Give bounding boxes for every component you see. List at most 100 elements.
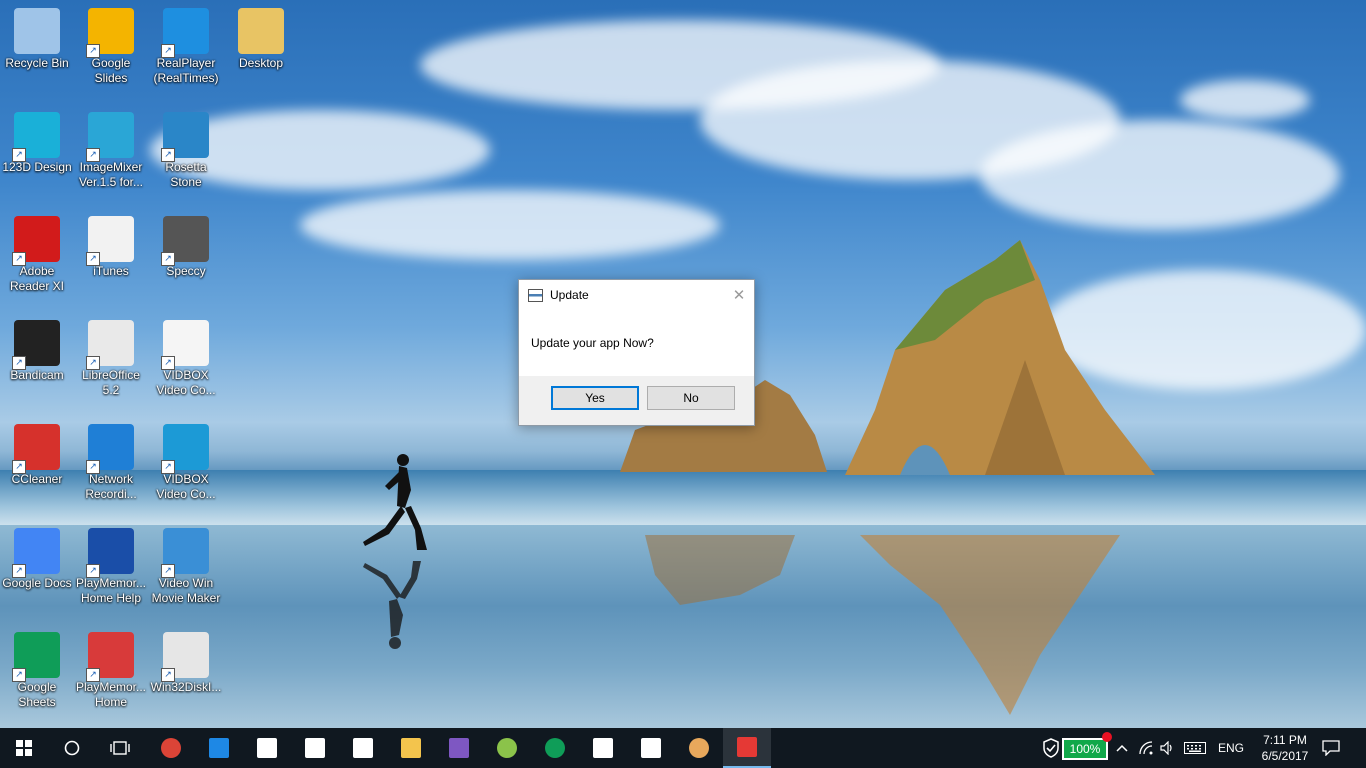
ccleaner-icon: ↗ [12, 424, 60, 474]
windows-start-icon[interactable] [0, 728, 48, 768]
shortcut-arrow-icon: ↗ [12, 564, 26, 578]
desktop-icon[interactable]: ↗ Google Slides [74, 8, 148, 86]
defender-shield-icon[interactable] [1042, 738, 1060, 758]
shortcut-arrow-icon: ↗ [86, 148, 100, 162]
edge-icon[interactable] [195, 728, 243, 768]
file-explorer-icon[interactable] [387, 728, 435, 768]
clock-date: 6/5/2017 [1261, 749, 1309, 763]
visual-studio-icon[interactable] [435, 728, 483, 768]
win32diskimager-icon: ↗ [161, 632, 209, 682]
desktop-icon-label: RealPlayer (RealTimes) [153, 56, 219, 85]
desktop-icon[interactable]: Recycle Bin [0, 8, 74, 71]
desktop-icon[interactable]: ↗ VIDBOX Video Co... [149, 320, 223, 398]
desktop-icon-label: Google Sheets [17, 680, 57, 709]
action-center-icon[interactable] [1322, 728, 1344, 768]
bandicam-icon: ↗ [12, 320, 60, 370]
active-app-icon[interactable] [723, 728, 771, 768]
taskbar-app-glyph [161, 738, 181, 758]
google-docs-icon: ↗ [12, 528, 60, 578]
desktop-icon[interactable]: ↗ 123D Design [0, 112, 74, 175]
desktop-icon-label: VIDBOX Video Co... [156, 472, 216, 501]
google-sheets-icon: ↗ [12, 632, 60, 682]
recycle-bin-icon [14, 8, 60, 54]
taskbar-app-glyph [545, 738, 565, 758]
itunes-icon: ↗ [86, 216, 134, 266]
taskbar-app-glyph [497, 738, 517, 758]
show-hidden-icons-chevron-icon[interactable] [1114, 728, 1130, 768]
desktop-icon-label: Speccy [166, 264, 206, 278]
volume-icon[interactable] [1160, 728, 1178, 768]
desktop-icon[interactable]: ↗ CCleaner [0, 424, 74, 487]
calendar-icon[interactable] [339, 728, 387, 768]
movie-maker-icon: ↗ [161, 528, 209, 578]
hangouts-icon[interactable] [531, 728, 579, 768]
desktop-icon[interactable]: ↗ LibreOffice 5.2 [74, 320, 148, 398]
shortcut-arrow-icon: ↗ [12, 356, 26, 370]
desktop-icon[interactable]: ↗ Rosetta Stone [149, 112, 223, 190]
mail-icon[interactable] [291, 728, 339, 768]
keyboard-icon[interactable] [1184, 728, 1208, 768]
battery-indicator[interactable]: 100% [1062, 732, 1112, 760]
window-app-icon [528, 288, 543, 302]
close-icon[interactable]: ✕ [732, 286, 746, 304]
desktop-icon-label: CCleaner [11, 472, 63, 486]
desktop-icon[interactable]: ↗ Win32DiskI... [149, 632, 223, 695]
lock-app-icon[interactable] [675, 728, 723, 768]
search-icon[interactable] [48, 728, 96, 768]
yes-button[interactable]: Yes [551, 386, 639, 410]
desktop-icon-label: Google Docs [2, 576, 72, 590]
desktop-icon[interactable]: ↗ Adobe Reader XI [0, 216, 74, 294]
desktop-icon-label: Video Win Movie Maker [151, 576, 221, 605]
vectr-icon[interactable] [243, 728, 291, 768]
taskbar-app-glyph [737, 737, 757, 757]
shortcut-arrow-icon: ↗ [12, 460, 26, 474]
desktop-icon[interactable]: ↗ PlayMemor... Home [74, 632, 148, 710]
pdf-icon: ↗ [161, 320, 209, 370]
desktop-icon[interactable]: ↗ Video Win Movie Maker [149, 528, 223, 606]
taskbar-app-glyph [401, 738, 421, 758]
desktop-icon[interactable]: ↗ Google Docs [0, 528, 74, 591]
desktop-icon[interactable]: ↗ PlayMemor... Home Help [74, 528, 148, 606]
wifi-icon[interactable] [1138, 728, 1156, 768]
realplayer-icon: ↗ [161, 8, 209, 58]
desktop-icon-label: Recycle Bin [5, 56, 69, 70]
taskbar-app-glyph [449, 738, 469, 758]
chrome-icon[interactable] [147, 728, 195, 768]
shortcut-arrow-icon: ↗ [86, 356, 100, 370]
notification-dot [1102, 732, 1112, 742]
desktop-icon-label: Desktop [238, 56, 284, 70]
desktop-icon[interactable]: ↗ VIDBOX Video Co... [149, 424, 223, 502]
shortcut-arrow-icon: ↗ [161, 668, 175, 682]
desktop-icon[interactable]: ↗ Bandicam [0, 320, 74, 383]
language-indicator[interactable]: ENG [1218, 728, 1244, 768]
desktop-icon[interactable]: Desktop [224, 8, 298, 71]
dialog-titlebar[interactable]: Update ✕ [519, 280, 754, 310]
clock-time: 7:11 PM [1263, 733, 1307, 747]
desktop-icon-label: Bandicam [10, 368, 64, 382]
desktop-icon-label: Network Recordi... [85, 472, 137, 501]
desktop-icon-label: Win32DiskI... [150, 680, 222, 694]
vidbox-icon: ↗ [161, 424, 209, 474]
android-studio-icon[interactable] [483, 728, 531, 768]
taskbar-app-glyph [353, 738, 373, 758]
calculator-icon[interactable] [579, 728, 627, 768]
desktop-icon[interactable]: ↗ Network Recordi... [74, 424, 148, 502]
clock[interactable]: 7:11 PM 6/5/2017 [1255, 732, 1315, 764]
taskbar-app-glyph [305, 738, 325, 758]
desktop-icon[interactable]: ↗ Speccy [149, 216, 223, 279]
shortcut-arrow-icon: ↗ [161, 148, 175, 162]
news-icon[interactable] [627, 728, 675, 768]
dialog-button-bar: Yes No [519, 376, 754, 425]
desktop-icon[interactable]: ↗ Google Sheets [0, 632, 74, 710]
desktop-icon[interactable]: ↗ RealPlayer (RealTimes) [149, 8, 223, 86]
desktop-icon-label: VIDBOX Video Co... [156, 368, 216, 397]
help-icon: ↗ [86, 528, 134, 578]
shortcut-arrow-icon: ↗ [12, 252, 26, 266]
shortcut-arrow-icon: ↗ [86, 44, 100, 58]
no-button[interactable]: No [647, 386, 735, 410]
desktop-icon-label: PlayMemor... Home [75, 680, 147, 709]
task-view-icon[interactable] [96, 728, 144, 768]
desktop-icon[interactable]: ↗ ImageMixer Ver.1.5 for... [74, 112, 148, 190]
desktop-icon[interactable]: ↗ iTunes [74, 216, 148, 279]
taskbar-app-glyph [689, 738, 709, 758]
